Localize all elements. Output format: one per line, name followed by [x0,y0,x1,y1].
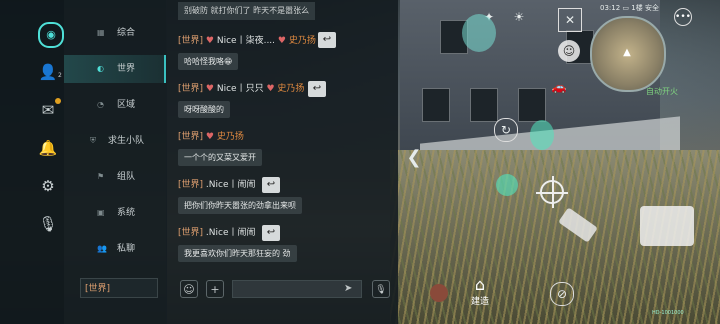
chat-input-bar: ☺ + ➤ 🎙 [166,274,398,304]
channel-item-system[interactable]: ▣ 系统 [64,199,164,227]
item-slot-icon[interactable] [430,284,448,302]
sender-name[interactable]: Nice丨柒夜.... [217,36,275,46]
channel-label: 系统 [117,208,136,218]
skill-slot-icon[interactable] [496,174,518,196]
window [422,88,450,122]
send-icon[interactable]: ➤ [344,280,352,298]
flag-icon: ⚑ [97,172,105,181]
channel-item-private[interactable]: 👥 私聊 [64,235,164,263]
chat-message-input[interactable] [232,280,362,298]
channel-list: ▦ 综合 ◐ 世界 ◔ 区域 ⛨ 求生小队 ⚑ 组队 ▣ 系统 👥 私聊 [64,0,167,324]
shield-icon: ⛨ [90,136,96,145]
channel-item-team[interactable]: ⚑ 组队 [64,163,164,191]
chat-bubble-icon[interactable]: ◉ [38,22,64,48]
mail-badge [55,98,61,104]
heart-icon: ♥ [205,36,214,46]
sender-tag: 史乃扬 [277,84,305,94]
team-icon[interactable]: ✕ [558,8,582,32]
message-channel: [世界] [178,180,204,190]
battery-icon: ▭ [622,4,630,12]
clock: 03:12 [600,4,621,12]
channel-label: 求生小队 [108,136,145,146]
auto-fire-label[interactable]: 自动开火 [646,86,678,97]
message-channel: [世界] [178,228,204,238]
reply-arrow-icon[interactable]: ↩ [262,225,280,241]
version-label: HD-1001000 [652,310,684,316]
window [470,88,498,122]
channel-label: 组队 [117,172,136,182]
player-arrow-icon: ▲ [623,47,631,58]
reply-arrow-icon[interactable]: ↩ [308,81,326,97]
sender-name[interactable]: Nice丨只只 [217,84,264,94]
channel-label: 综合 [117,28,136,38]
prone-action-icon[interactable] [640,206,694,246]
house-icon: ⌂ [474,275,486,294]
reload-icon[interactable]: ↻ [494,118,518,142]
channel-selector[interactable]: [世界] [80,278,158,298]
message-channel: [世界] [178,132,204,142]
build-button[interactable]: ⌂ 建造 [465,276,495,312]
heart-icon: ♥ [266,84,275,94]
sun-icon[interactable]: ☀ [508,6,530,28]
message-header: [世界] ♥ Nice丨只只 ♥ 史乃扬 [178,81,304,97]
microphone-icon[interactable]: 🎙 [38,214,58,234]
channel-item-world[interactable]: ◐ 世界 [64,55,166,83]
reply-arrow-icon[interactable]: ↩ [262,177,280,193]
channel-label: 私聊 [117,244,136,254]
chat-message-text: 别破防 就打你们了 昨天不是嚣张么 [178,2,316,20]
sender-tag: 史乃扬 [288,36,316,46]
vehicle-icon[interactable]: 🚗 [548,76,570,98]
character-skill-icon[interactable] [462,14,496,52]
minimap[interactable]: ▲ [590,16,666,92]
sender-name[interactable]: .Nice丨闹闹 [206,180,256,190]
channel-item-general[interactable]: ▦ 综合 [64,19,164,47]
crosshair-icon[interactable] [536,176,568,208]
gear-icon[interactable]: ⚙ [38,176,58,196]
channel-item-squad[interactable]: ⛨ 求生小队 [64,127,164,155]
message-channel: [世界] [178,36,204,46]
chat-message-text: 一个个的又菜又爱开 [178,149,262,166]
bell-icon[interactable]: 🔔 [38,138,58,158]
person-icon: 👥 [97,244,107,253]
collapse-chat-arrow-icon[interactable]: ❮ [404,144,424,172]
grid-icon: ▦ [97,28,105,37]
message-header: [世界] .Nice丨闹闹 [178,177,256,193]
status-bar: 03:12 ▭ 1楼 安全 [600,3,659,13]
window [518,88,546,122]
message-header: [世界] ♥ Nice丨柒夜.... ♥ 史乃扬 [178,33,316,49]
region-icon: ◔ [97,100,104,109]
plus-icon[interactable]: + [206,280,224,298]
chat-message-text: 哈哈怪我咯😁 [178,53,239,70]
emoji-icon[interactable]: ☺ [180,280,198,298]
globe-icon: ◐ [97,64,104,73]
sender-name[interactable]: .Nice丨闹闹 [206,228,256,238]
friends-badge: 2 [58,72,62,79]
channel-label: 区域 [117,100,136,110]
build-label: 建造 [470,297,489,307]
reply-arrow-icon[interactable]: ↩ [318,32,336,48]
system-icon: ▣ [97,208,105,217]
message-channel: [世界] [178,84,204,94]
heart-icon: ♥ [277,36,286,46]
chat-message-text: 把你们你昨天嚣张的劲拿出来呗 [178,197,302,214]
nav-rail: ◉ 👤 2 ✉ 🔔 ⚙ 🎙 [0,0,64,324]
voice-input-icon[interactable]: 🎙 [372,280,390,298]
status-text: 1楼 安全 [631,4,659,12]
heart-icon: ♥ [205,84,214,94]
sender-name[interactable]: 史乃扬 [217,132,244,142]
skill-slot-icon[interactable] [530,120,554,150]
message-header: [世界] .Nice丨闹闹 [178,225,256,241]
chat-message-text: 呀呀酸酸的 [178,101,230,118]
friends-icon[interactable]: 👤 [38,62,58,82]
heart-icon: ♥ [205,132,214,142]
chat-message-text: 我更喜欢你们昨天那狂妄的 劲 [178,245,297,262]
message-header: [世界] ♥ 史乃扬 [178,129,244,145]
circle-action-icon[interactable]: ⊘ [550,282,574,306]
channel-item-region[interactable]: ◔ 区域 [64,91,164,119]
emote-icon[interactable]: ☺ [558,40,580,62]
channel-label: 世界 [117,64,136,74]
more-options-icon[interactable]: ••• [674,8,692,26]
